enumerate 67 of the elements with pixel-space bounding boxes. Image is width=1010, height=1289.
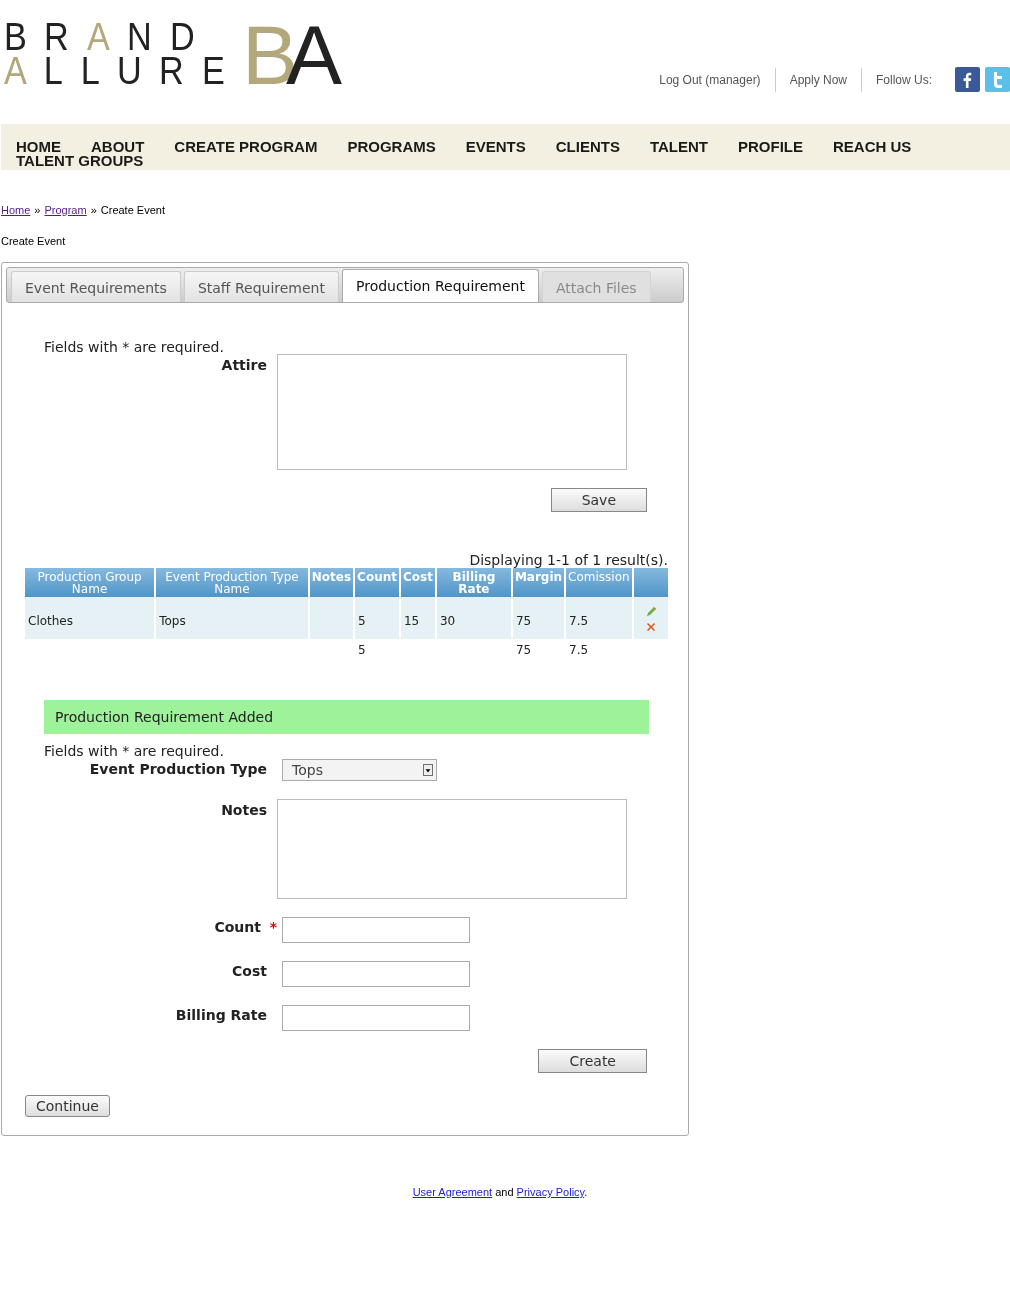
field-label: Attire	[220, 357, 268, 375]
breadcrumb-separator: »	[34, 204, 41, 216]
field-label: Event Production Type	[88, 761, 268, 779]
input-field[interactable]	[282, 1005, 470, 1031]
page-title: Create Event	[1, 235, 67, 247]
pencil-icon[interactable]	[644, 606, 657, 618]
required-mark: *	[268, 919, 277, 937]
facebook-icon[interactable]	[955, 67, 980, 92]
breadcrumb-separator: »	[90, 204, 97, 216]
follow-label: Follow Us:	[875, 72, 933, 87]
nav-item[interactable]: REACH US	[833, 140, 912, 154]
nav-item[interactable]: EVENTS	[465, 140, 526, 154]
column-header	[633, 568, 668, 597]
total-cell: 5	[358, 643, 366, 657]
input-field[interactable]	[282, 961, 470, 987]
type-select[interactable]: Tops	[282, 759, 437, 781]
header-link[interactable]: Apply Now	[775, 72, 861, 87]
column-header: Margin	[512, 568, 565, 597]
nav-item[interactable]: PROFILE	[737, 140, 803, 154]
table-cell	[309, 597, 354, 639]
nav-item[interactable]: HOME	[16, 140, 61, 154]
column-header: Event Production Type Name	[156, 568, 308, 597]
nav-item[interactable]: ABOUT	[91, 140, 145, 154]
twitter-icon[interactable]	[985, 67, 1010, 92]
save-button[interactable]: Save	[550, 488, 647, 512]
user-agreement-link[interactable]: User Agreement	[412, 1186, 493, 1198]
field-label: Count	[214, 919, 261, 937]
breadcrumb-current: Create Event	[100, 204, 165, 216]
nav-item[interactable]: CREATE PROGRAM	[174, 140, 318, 154]
continue-button[interactable]: Continue	[25, 1095, 110, 1117]
table-cell: Tops	[156, 597, 308, 639]
field-label: Cost	[232, 963, 267, 981]
column-header: Cost	[401, 568, 435, 597]
header-link[interactable]: Log Out (manager)	[645, 72, 775, 87]
input-field[interactable]	[282, 917, 470, 943]
nav-item[interactable]: TALENT GROUPS	[16, 154, 144, 168]
breadcrumb-link[interactable]: Home	[1, 204, 31, 216]
table-cell: 15	[401, 597, 435, 639]
tab[interactable]: Production Requirement	[342, 269, 539, 302]
footer-text: User Agreement and Privacy Policy.	[411, 1186, 589, 1198]
table-cell: Clothes	[25, 597, 155, 639]
table-cell: 30	[436, 597, 511, 639]
field-label: Billing Rate	[175, 1007, 267, 1025]
attire-field[interactable]	[277, 354, 627, 470]
column-header: Billing Rate	[436, 568, 511, 597]
success-message: Production Requirement Added	[44, 700, 649, 734]
nav-item[interactable]: TALENT	[649, 140, 708, 154]
total-cell: 7.5	[569, 643, 589, 657]
breadcrumb-link[interactable]: Program	[44, 204, 87, 216]
field-label: Notes	[220, 802, 268, 820]
table-cell: 5	[355, 597, 399, 639]
nav-item[interactable]: PROGRAMS	[347, 140, 436, 154]
table-cell: 75	[512, 597, 565, 639]
column-header: Notes	[309, 568, 354, 597]
column-header: Comission	[566, 568, 632, 597]
column-header: Production Group Name	[25, 568, 155, 597]
tab[interactable]: Staff Requirement	[183, 271, 339, 302]
column-header: Count	[355, 568, 399, 597]
create-button[interactable]: Create	[538, 1049, 647, 1073]
total-cell: 75	[515, 643, 532, 657]
notes-field[interactable]	[277, 799, 627, 899]
table-cell: 7.5	[566, 597, 632, 639]
tab[interactable]: Event Requirements	[11, 271, 181, 302]
nav-item[interactable]: CLIENTS	[555, 140, 620, 154]
result-summary: Displaying 1-1 of 1 result(s).	[468, 552, 668, 568]
required-note: Fields with * are required.	[44, 743, 225, 759]
required-note: Fields with * are required.	[44, 339, 225, 355]
